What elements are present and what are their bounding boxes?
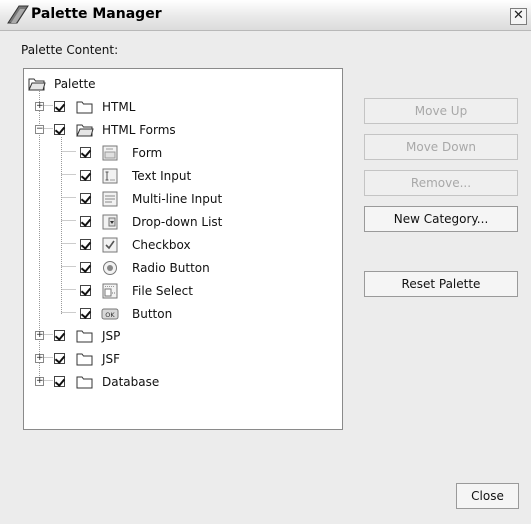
tree-node-label: Palette bbox=[54, 77, 96, 91]
open-folder-icon bbox=[76, 124, 94, 137]
tree-node-text-input[interactable]: Text Input bbox=[24, 167, 324, 187]
tree-node-label: Text Input bbox=[132, 169, 192, 183]
form-icon bbox=[102, 145, 118, 161]
open-folder-icon bbox=[28, 78, 46, 91]
reset-palette-button[interactable]: Reset Palette bbox=[364, 271, 518, 297]
palette-content-label: Palette Content: bbox=[21, 43, 119, 57]
checkbox-jsf[interactable] bbox=[54, 353, 65, 364]
checkbox-file-select[interactable] bbox=[80, 285, 91, 296]
tree-node-button[interactable]: OK Button bbox=[24, 305, 324, 325]
window-close-button[interactable]: ✕ bbox=[510, 8, 527, 25]
checkbox-icon bbox=[102, 237, 118, 253]
tree-node-dropdown-list[interactable]: Drop-down List bbox=[24, 213, 324, 233]
tree-node-label: Database bbox=[102, 375, 160, 389]
new-category-button[interactable]: New Category... bbox=[364, 206, 518, 232]
checkbox-checkbox[interactable] bbox=[80, 239, 91, 250]
expand-icon[interactable]: + bbox=[35, 102, 44, 111]
dropdown-icon bbox=[102, 214, 118, 230]
move-down-button[interactable]: Move Down bbox=[364, 134, 518, 160]
checkbox-radio-button[interactable] bbox=[80, 262, 91, 273]
tree-node-database[interactable]: + Database bbox=[24, 373, 324, 393]
checkbox-html-forms[interactable] bbox=[54, 124, 65, 135]
text-input-icon bbox=[102, 168, 118, 184]
checkbox-dropdown-list[interactable] bbox=[80, 216, 91, 227]
tree-node-label: File Select bbox=[132, 284, 193, 298]
checkbox-jsp[interactable] bbox=[54, 330, 65, 341]
tree-node-jsf[interactable]: + JSF bbox=[24, 350, 324, 370]
tree-node-label: JSF bbox=[102, 352, 121, 366]
checkbox-button[interactable] bbox=[80, 308, 91, 319]
palette-tree[interactable]: Palette + HTML − HTML Forms Form Text In… bbox=[23, 68, 343, 430]
app-icon bbox=[7, 5, 29, 24]
tree-node-jsp[interactable]: + JSP bbox=[24, 327, 324, 347]
tree-node-label: Form bbox=[132, 146, 163, 160]
tree-node-label: HTML Forms bbox=[102, 123, 176, 137]
folder-icon bbox=[76, 353, 93, 366]
button-icon: OK bbox=[101, 308, 119, 320]
folder-icon bbox=[76, 101, 93, 114]
tree-node-radio-button[interactable]: Radio Button bbox=[24, 259, 324, 279]
tree-node-html[interactable]: + HTML bbox=[24, 98, 324, 118]
window-title: Palette Manager bbox=[31, 6, 162, 22]
tree-node-label: HTML bbox=[102, 100, 136, 114]
expand-icon[interactable]: + bbox=[35, 354, 44, 363]
tree-node-label: Multi-line Input bbox=[132, 192, 223, 206]
file-select-icon bbox=[102, 283, 118, 299]
multiline-input-icon bbox=[102, 191, 118, 207]
folder-icon bbox=[76, 376, 93, 389]
tree-node-html-forms[interactable]: − HTML Forms bbox=[24, 121, 324, 141]
tree-node-multiline-input[interactable]: Multi-line Input bbox=[24, 190, 324, 210]
checkbox-html[interactable] bbox=[54, 101, 65, 112]
tree-node-checkbox[interactable]: Checkbox bbox=[24, 236, 324, 256]
remove-button[interactable]: Remove... bbox=[364, 170, 518, 196]
tree-node-file-select[interactable]: File Select bbox=[24, 282, 324, 302]
radio-button-icon bbox=[103, 261, 117, 275]
checkbox-multiline-input[interactable] bbox=[80, 193, 91, 204]
svg-text:OK: OK bbox=[105, 311, 115, 319]
close-icon: ✕ bbox=[513, 8, 524, 23]
tree-node-label: Drop-down List bbox=[132, 215, 223, 229]
expand-icon[interactable]: + bbox=[35, 377, 44, 386]
checkbox-form[interactable] bbox=[80, 147, 91, 158]
title-bar[interactable]: Palette Manager ✕ bbox=[0, 0, 531, 31]
checkbox-text-input[interactable] bbox=[80, 170, 91, 181]
tree-node-label: Radio Button bbox=[132, 261, 210, 275]
move-up-button[interactable]: Move Up bbox=[364, 98, 518, 124]
collapse-icon[interactable]: − bbox=[35, 125, 44, 134]
close-button[interactable]: Close bbox=[456, 483, 519, 509]
tree-node-label: JSP bbox=[102, 329, 121, 343]
checkbox-database[interactable] bbox=[54, 376, 65, 387]
tree-node-form[interactable]: Form bbox=[24, 144, 324, 164]
tree-node-palette[interactable]: Palette bbox=[28, 75, 328, 95]
tree-node-label: Button bbox=[132, 307, 173, 321]
expand-icon[interactable]: + bbox=[35, 331, 44, 340]
folder-icon bbox=[76, 330, 93, 343]
tree-node-label: Checkbox bbox=[132, 238, 191, 252]
